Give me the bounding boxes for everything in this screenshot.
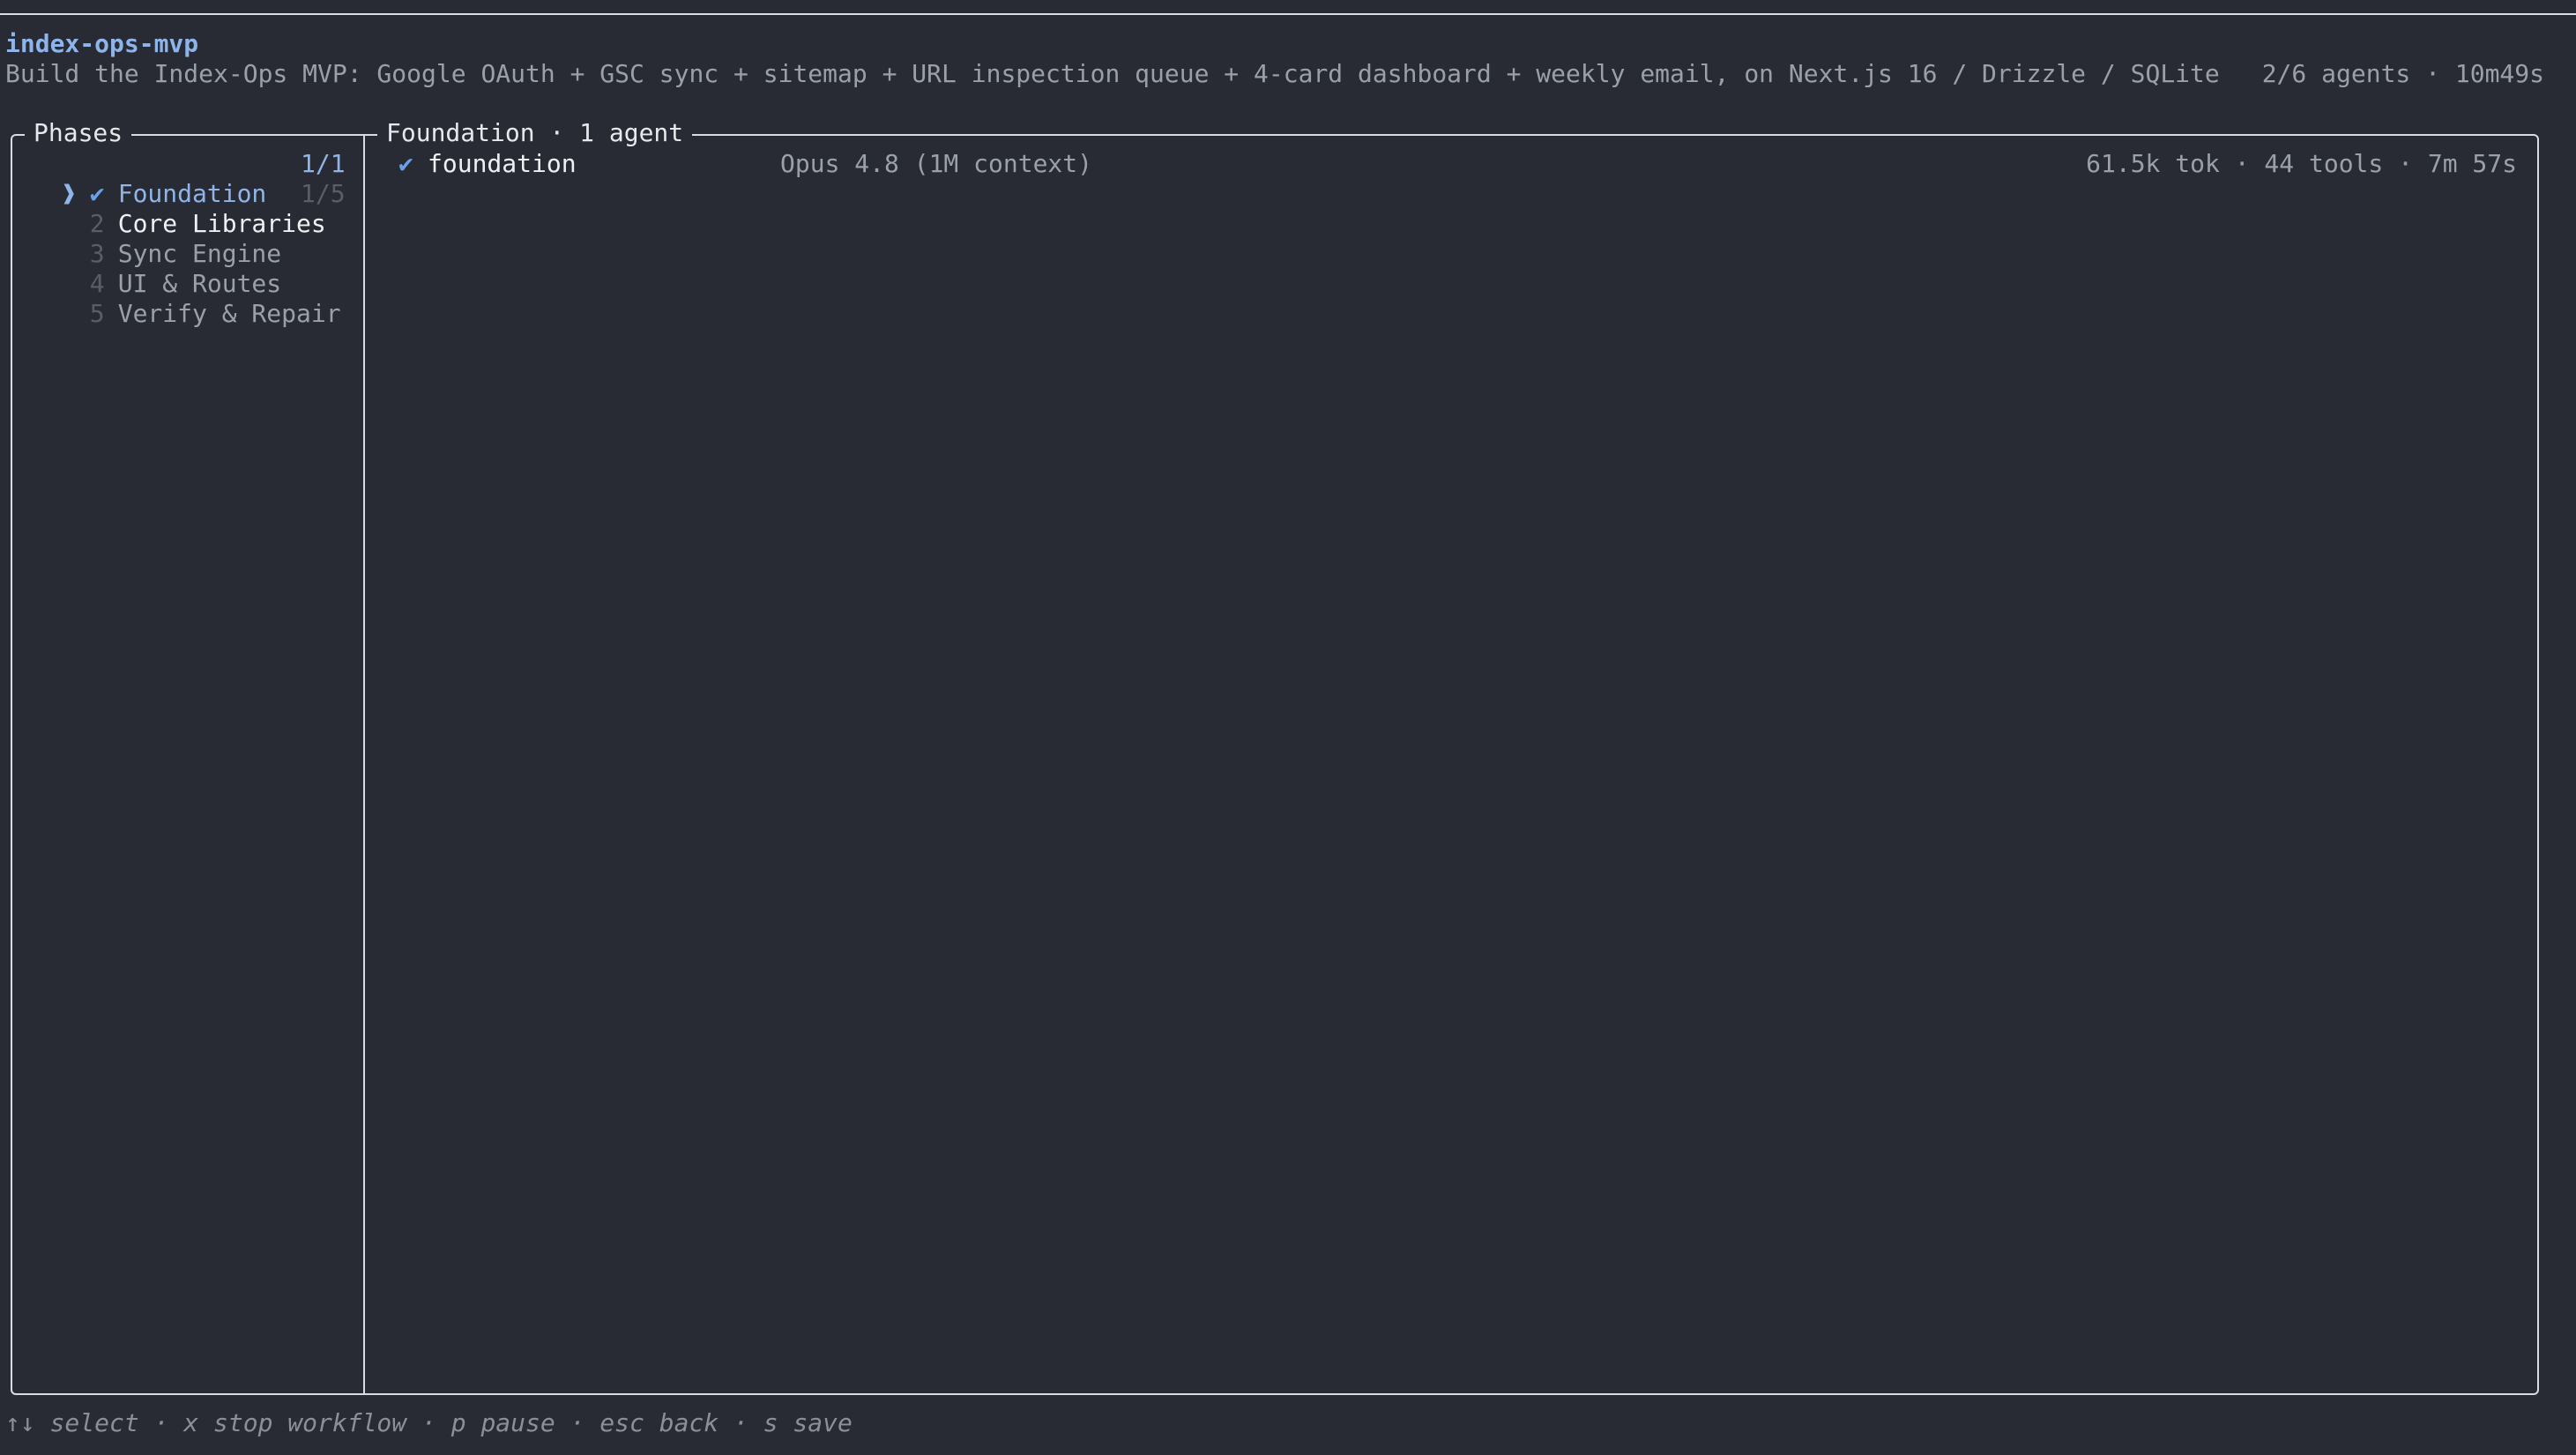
phases-panel-title: Phases xyxy=(25,118,132,148)
phase-item-verify-repair[interactable]: 5 Verify & Repair xyxy=(32,269,341,329)
agents-panel xyxy=(363,134,2539,1395)
keyboard-hints: ↑↓ select · x stop workflow · p pause · … xyxy=(5,1408,852,1437)
workflow-description: Build the Index-Ops MVP: Google OAuth + … xyxy=(5,59,2220,88)
agents-panel-title: Foundation · 1 agent xyxy=(377,118,693,148)
phase-label: Verify & Repair xyxy=(117,299,341,328)
phase-count: 1/1 xyxy=(301,149,346,178)
check-icon: ✔ xyxy=(398,149,413,178)
agent-stats: 61.5k tok · 44 tools · 7m 57s xyxy=(2086,149,2517,178)
agent-model: Opus 4.8 (1M context) xyxy=(780,149,1093,178)
agent-name[interactable]: foundation xyxy=(428,149,577,179)
agent-summary: 2/6 agents · 10m49s xyxy=(2261,59,2544,88)
phase-count: 1/5 xyxy=(301,179,346,208)
workflow-title: index-ops-mvp xyxy=(5,29,199,58)
top-divider xyxy=(0,13,2576,15)
phase-number: 5 xyxy=(89,299,105,328)
